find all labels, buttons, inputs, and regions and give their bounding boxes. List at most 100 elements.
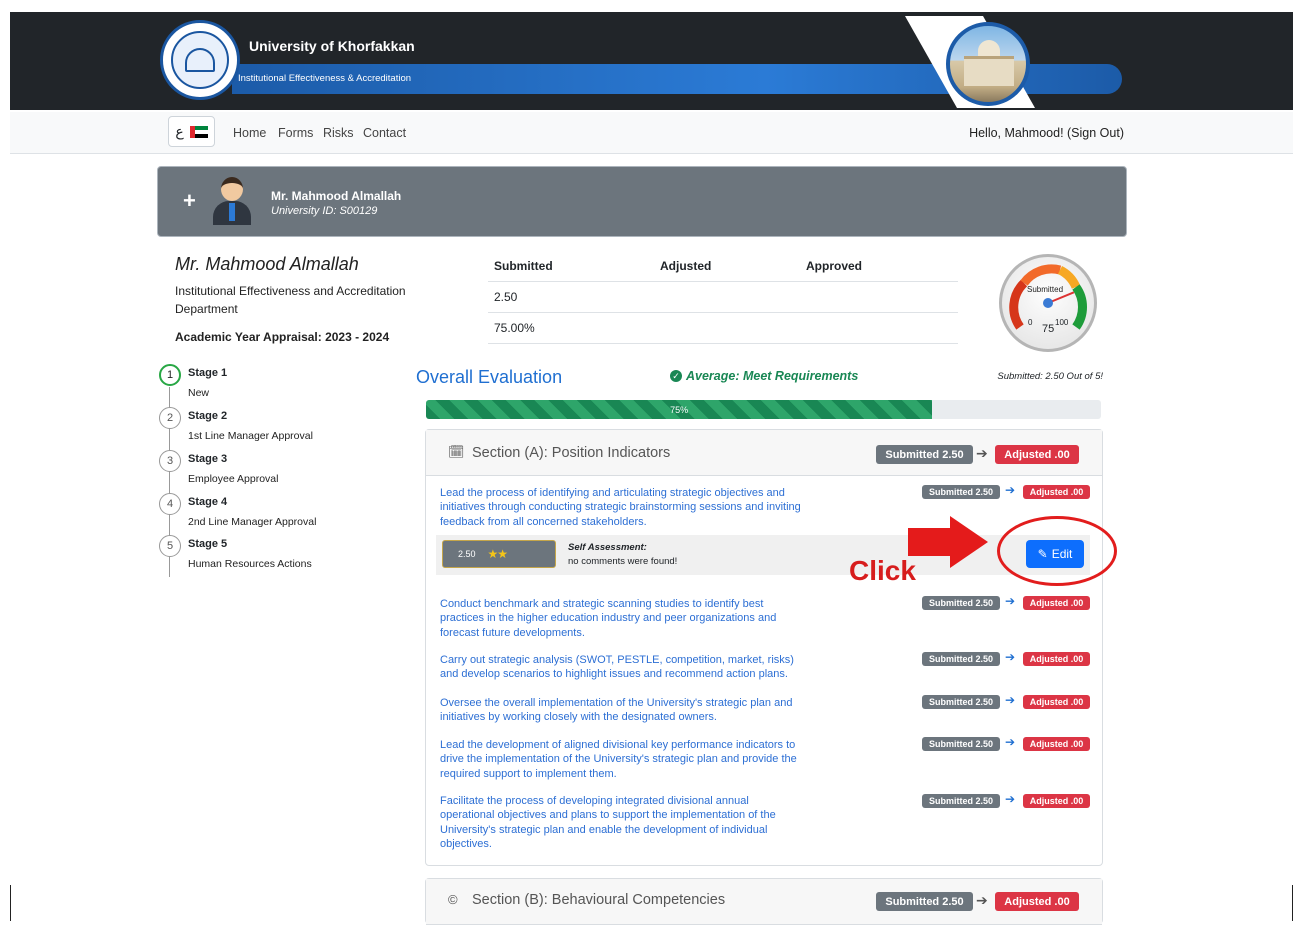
annotation-arrow-icon	[908, 516, 988, 568]
indicator-5-adjusted-badge: Adjusted .00	[1023, 737, 1090, 751]
col-submitted: Submitted	[488, 251, 654, 282]
submitted-out-of: Submitted: 2.50 Out of 5!	[997, 371, 1103, 382]
stage-1-number: 1	[159, 364, 181, 386]
indicator-4-adjusted-badge: Adjusted .00	[1023, 695, 1090, 709]
self-assessment-title: Self Assessment:	[568, 542, 647, 553]
indicator-2-text[interactable]: Conduct benchmark and strategic scanning…	[440, 597, 800, 640]
indicator-6-adjusted-badge: Adjusted .00	[1023, 794, 1090, 808]
campus-building-image	[946, 22, 1030, 106]
arrow-right-icon: ➔	[976, 445, 988, 461]
average-label: Average: Meet Requirements	[686, 369, 859, 383]
section-a-submitted-badge: Submitted 2.50	[876, 445, 973, 464]
indicator-5-text[interactable]: Lead the development of aligned division…	[440, 738, 810, 781]
stage-5-title: Stage 5	[188, 538, 228, 550]
edit-label: Edit	[1051, 547, 1073, 561]
stage-1-title: Stage 1	[188, 367, 228, 379]
language-toggle-button[interactable]: ع	[168, 116, 215, 147]
indicator-1-adjusted-badge: Adjusted .00	[1023, 485, 1090, 499]
col-adjusted: Adjusted	[654, 251, 800, 282]
avatar	[211, 175, 253, 225]
stage-4-subtitle: 2nd Line Manager Approval	[188, 516, 317, 528]
self-assessment-comment: no comments were found!	[568, 556, 678, 567]
arrow-right-icon: ➔	[976, 892, 988, 908]
section-b-title: Section (B): Behavioural Competencies	[472, 892, 726, 908]
gauge-value: 75	[1042, 323, 1055, 335]
stage-2-number: 2	[159, 407, 181, 429]
stage-3-number: 3	[159, 450, 181, 472]
arrow-right-icon: ➔	[1005, 693, 1016, 707]
cell-submitted-percent: 75.00%	[488, 312, 654, 344]
indicator-6-submitted-badge: Submitted 2.50	[922, 794, 1000, 808]
cell-submitted-score: 2.50	[488, 281, 654, 313]
stage-3-subtitle: Employee Approval	[188, 473, 279, 485]
self-rating-box: 2.50 ★★	[442, 540, 556, 568]
arrow-right-icon: ➔	[1005, 483, 1016, 497]
edit-icon: ✎	[1037, 547, 1048, 561]
gauge-min: 0	[1028, 318, 1033, 327]
indicator-3-text[interactable]: Carry out strategic analysis (SWOT, PEST…	[440, 653, 805, 682]
cell-adjusted-score	[654, 281, 800, 313]
annotation-click-label: Click	[849, 555, 916, 586]
employee-name: Mr. Mahmood Almallah	[271, 189, 402, 203]
university-name: University of Khorfakkan	[249, 38, 415, 54]
indicator-4-submitted-badge: Submitted 2.50	[922, 695, 1000, 709]
logo-emblem-icon	[171, 31, 229, 89]
stage-4-number: 4	[159, 493, 181, 515]
arrow-right-icon: ➔	[1005, 792, 1016, 806]
section-b-submitted-badge: Submitted 2.50	[876, 892, 973, 911]
section-a-adjusted-badge: Adjusted .00	[995, 445, 1079, 464]
stage-2-title: Stage 2	[188, 410, 228, 422]
table-row: 2.50	[488, 281, 958, 313]
arabic-label: ع	[175, 123, 184, 139]
academic-year: Academic Year Appraisal: 2023 - 2024	[175, 330, 390, 344]
cell-adjusted-percent	[654, 312, 800, 344]
uae-flag-icon	[189, 125, 208, 138]
page-edge-right	[1292, 885, 1293, 921]
stage-1-subtitle: New	[188, 387, 210, 399]
profile-department: Institutional Effectiveness and Accredit…	[175, 284, 406, 316]
table-row: 75.00%	[488, 312, 958, 344]
stage-4-title: Stage 4	[188, 496, 228, 508]
cell-approved-percent	[800, 312, 958, 344]
nav-contact-link[interactable]: Contact	[363, 126, 406, 140]
nav-home-link[interactable]: Home	[233, 126, 266, 140]
check-circle-icon: ✓	[670, 370, 682, 382]
creative-commons-icon: ©	[448, 892, 458, 907]
gauge-label: Submitted	[1027, 285, 1064, 294]
edit-button[interactable]: ✎ Edit	[1026, 540, 1084, 568]
stage-3-title: Stage 3	[188, 453, 228, 465]
indicator-3-adjusted-badge: Adjusted .00	[1023, 652, 1090, 666]
page-edge-left	[10, 885, 11, 921]
col-approved: Approved	[800, 251, 958, 282]
arrow-right-icon: ➔	[1005, 594, 1016, 608]
indicator-1-text[interactable]: Lead the process of identifying and arti…	[440, 486, 810, 529]
department-banner-text: Institutional Effectiveness & Accreditat…	[238, 73, 412, 84]
indicator-2-submitted-badge: Submitted 2.50	[922, 596, 1000, 610]
self-rating-value: 2.50	[458, 549, 476, 559]
nav-risks-link[interactable]: Risks	[323, 126, 354, 140]
indicator-2-adjusted-badge: Adjusted .00	[1023, 596, 1090, 610]
overall-progress-bar: 75%	[426, 400, 1101, 419]
sign-out-link[interactable]: Hello, Mahmood! (Sign Out)	[969, 126, 1124, 140]
score-table: Submitted Adjusted Approved 2.50 75.00%	[488, 251, 958, 344]
overall-evaluation-title: Overall Evaluation	[416, 367, 563, 387]
gauge-dial	[1009, 264, 1087, 330]
submitted-gauge	[999, 254, 1097, 352]
profile-name: Mr. Mahmood Almallah	[175, 254, 359, 274]
indicator-1-submitted-badge: Submitted 2.50	[922, 485, 1000, 499]
expand-plus-icon[interactable]: +	[183, 188, 196, 214]
cell-approved-score	[800, 281, 958, 313]
average-status: ✓ Average: Meet Requirements	[670, 369, 858, 383]
stage-5-number: 5	[159, 535, 181, 557]
progress-fill: 75%	[426, 400, 933, 419]
section-b-adjusted-badge: Adjusted .00	[995, 892, 1079, 911]
nav-forms-link[interactable]: Forms	[278, 126, 313, 140]
gauge-max: 100	[1055, 318, 1069, 327]
section-a-title: Section (A): Position Indicators	[472, 445, 671, 461]
indicator-4-text[interactable]: Oversee the overall implementation of th…	[440, 696, 810, 725]
indicator-5-submitted-badge: Submitted 2.50	[922, 737, 1000, 751]
stage-2-subtitle: 1st Line Manager Approval	[188, 430, 313, 442]
university-logo[interactable]	[160, 20, 240, 100]
indicator-6-text[interactable]: Facilitate the process of developing int…	[440, 794, 800, 851]
indicator-3-submitted-badge: Submitted 2.50	[922, 652, 1000, 666]
